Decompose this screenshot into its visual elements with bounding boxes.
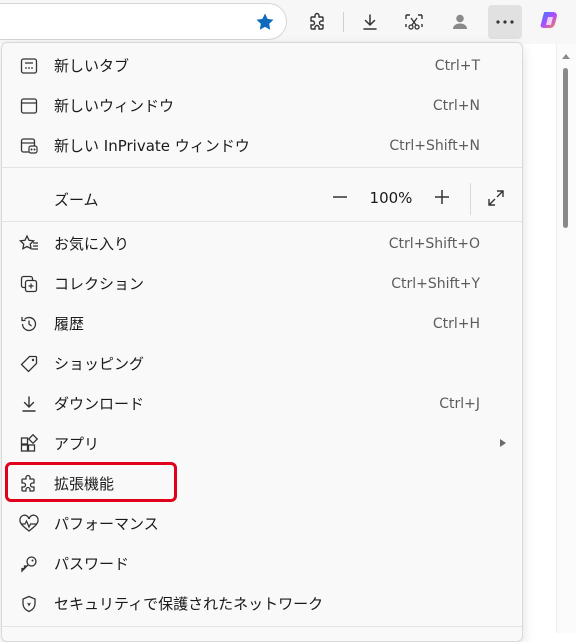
zoom-level: 100% — [369, 189, 413, 207]
performance-icon — [18, 513, 40, 535]
menu-item-label: パスワード — [54, 555, 130, 573]
key-icon — [18, 553, 40, 575]
menu-item-label: 新しいタブ — [54, 57, 130, 75]
menu-item-shortcut: Ctrl+N — [432, 98, 480, 114]
extensions-icon[interactable] — [301, 5, 335, 39]
menu-item-history[interactable]: 履歴 Ctrl+H — [2, 303, 522, 343]
menu-item-label: ショッピング — [54, 355, 145, 373]
menu-item-label: 履歴 — [54, 315, 85, 333]
menu-item-secure-network[interactable]: セキュリティで保護されたネットワーク — [2, 583, 522, 623]
zoom-divider — [470, 183, 471, 215]
scroll-up-arrow[interactable] — [562, 54, 570, 59]
menu-item-shortcut: Ctrl+T — [434, 58, 480, 74]
browser-toolbar — [0, 0, 576, 44]
menu-item-extensions[interactable]: 拡張機能 — [2, 463, 522, 503]
submenu-arrow-icon — [500, 439, 506, 447]
menu-divider — [2, 167, 522, 168]
menu-item-label: ダウンロード — [54, 395, 145, 413]
zoom-row: ズーム 100% — [2, 173, 522, 223]
scroll-thumb[interactable] — [563, 68, 568, 228]
new-window-icon — [18, 95, 40, 117]
favorite-star-icon[interactable] — [248, 5, 282, 39]
copilot-icon[interactable] — [533, 5, 567, 39]
favorites-icon — [18, 233, 40, 255]
downloads-icon[interactable] — [353, 5, 387, 39]
apps-icon — [18, 433, 40, 455]
page-scrollbar[interactable] — [556, 44, 576, 633]
collections-icon — [18, 273, 40, 295]
menu-item-apps[interactable]: アプリ — [2, 423, 522, 463]
zoom-in-button[interactable] — [426, 181, 458, 213]
toolbar-divider — [343, 12, 344, 32]
browser-settings-menu: 新しいタブ Ctrl+T 新しいウィンドウ Ctrl+N 新しい InPriva… — [1, 42, 523, 642]
menu-divider — [2, 626, 522, 627]
menu-item-shortcut: Ctrl+J — [439, 396, 480, 412]
menu-item-favorites[interactable]: お気に入り Ctrl+Shift+O — [2, 223, 522, 263]
menu-item-label: 新しい InPrivate ウィンドウ — [54, 137, 250, 155]
history-icon — [18, 313, 40, 335]
menu-item-label: お気に入り — [54, 235, 130, 253]
zoom-out-button[interactable] — [324, 181, 356, 213]
menu-item-collections[interactable]: コレクション Ctrl+Shift+Y — [2, 263, 522, 303]
profile-icon[interactable] — [443, 5, 477, 39]
menu-item-shortcut: Ctrl+Shift+O — [388, 236, 480, 252]
zoom-label: ズーム — [54, 191, 99, 209]
menu-item-shortcut: Ctrl+Shift+Y — [391, 276, 480, 292]
menu-item-new-window[interactable]: 新しいウィンドウ Ctrl+N — [2, 85, 522, 125]
more-icon[interactable] — [488, 5, 522, 39]
menu-item-label: 拡張機能 — [54, 475, 115, 493]
menu-item-new-tab[interactable]: 新しいタブ Ctrl+T — [2, 45, 522, 85]
address-bar[interactable] — [0, 3, 287, 40]
menu-item-performance[interactable]: パフォーマンス — [2, 503, 522, 543]
menu-item-shortcut: Ctrl+H — [432, 316, 480, 332]
menu-item-passwords[interactable]: パスワード — [2, 543, 522, 583]
shield-icon — [18, 593, 40, 615]
inprivate-icon — [18, 135, 40, 157]
menu-item-label: セキュリティで保護されたネットワーク — [54, 595, 324, 613]
menu-item-label: 新しいウィンドウ — [54, 97, 175, 115]
menu-item-label: アプリ — [54, 435, 100, 453]
screenshot-icon[interactable] — [397, 5, 431, 39]
menu-item-label: パフォーマンス — [54, 515, 159, 533]
new-tab-icon — [18, 55, 40, 77]
shopping-tag-icon — [18, 353, 40, 375]
menu-item-downloads[interactable]: ダウンロード Ctrl+J — [2, 383, 522, 423]
download-icon — [18, 393, 40, 415]
fullscreen-icon — [488, 190, 504, 206]
fullscreen-button[interactable] — [480, 182, 512, 214]
extensions-icon — [18, 473, 40, 495]
menu-item-shopping[interactable]: ショッピング — [2, 343, 522, 383]
menu-item-shortcut: Ctrl+Shift+N — [389, 138, 480, 154]
menu-divider — [2, 221, 522, 222]
menu-item-new-inprivate-window[interactable]: 新しい InPrivate ウィンドウ Ctrl+Shift+N — [2, 125, 522, 165]
menu-item-label: コレクション — [54, 275, 145, 293]
